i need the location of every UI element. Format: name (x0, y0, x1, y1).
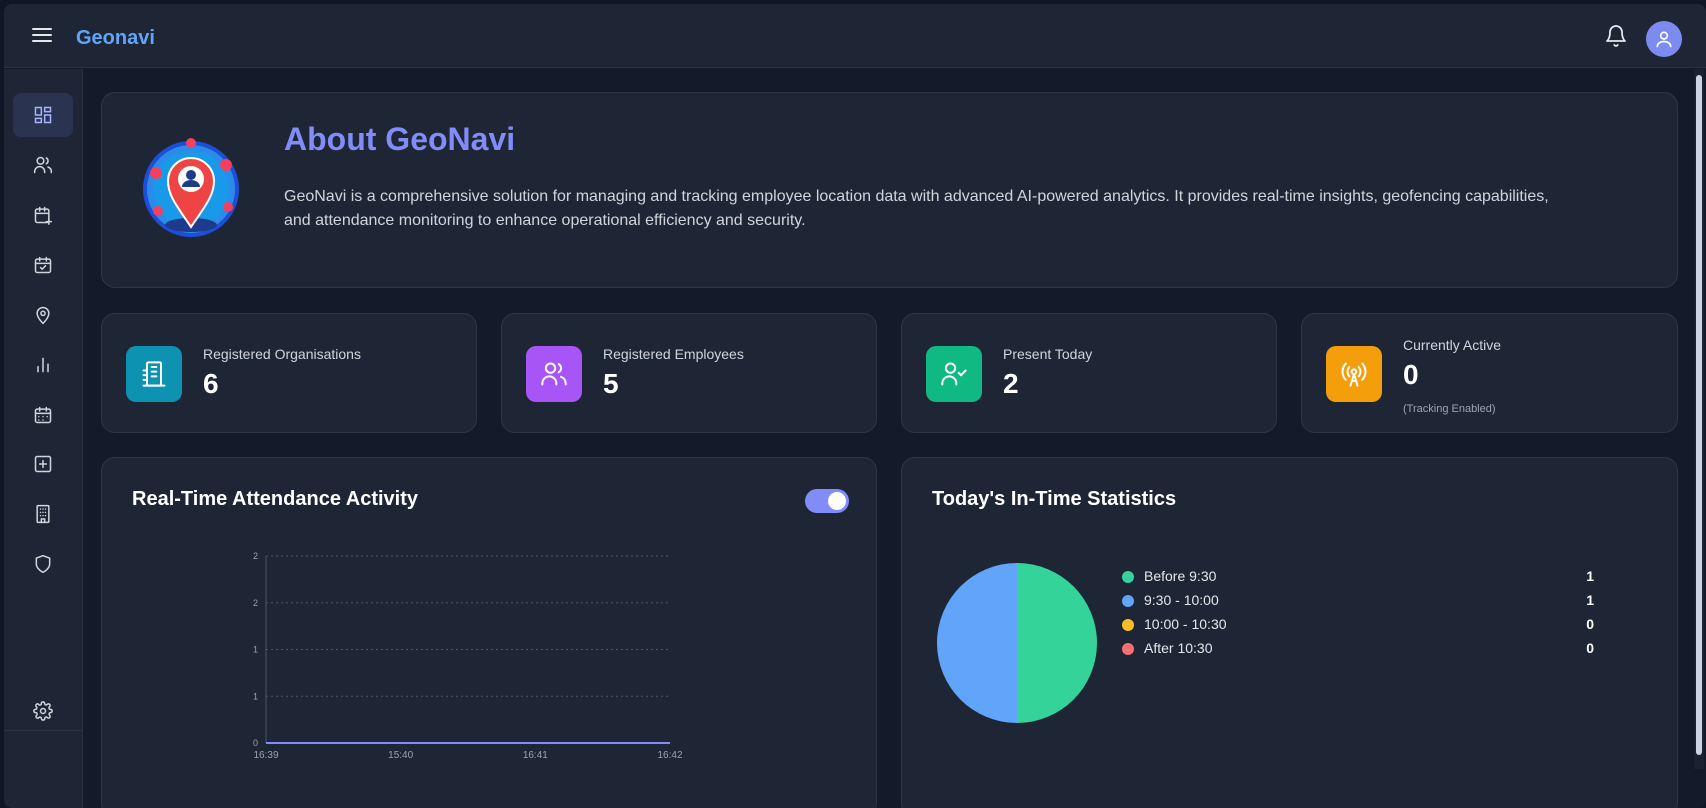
top-bar: Geonavi (4, 4, 1706, 68)
stat-label: Present Today (1003, 346, 1093, 362)
sidebar-item-calendar-check[interactable] (13, 243, 73, 287)
map-pin-icon (36, 306, 50, 325)
avatar[interactable] (1646, 21, 1682, 57)
sidebar-item-dashboard[interactable] (13, 93, 73, 137)
stat-label: Registered Employees (603, 346, 744, 362)
legend-label: 9:30 - 10:00 (1144, 592, 1219, 608)
legend-item: Before 9:30 1 (1122, 566, 1594, 590)
pie-slice (1017, 563, 1097, 723)
legend-dot (1122, 619, 1134, 631)
stat-icon-bg (126, 346, 182, 402)
calendar-icon (34, 406, 52, 424)
users-icon (33, 156, 53, 174)
building-icon (142, 361, 166, 387)
stat-card-currently-active: Currently Active 0 (Tracking Enabled) (1301, 313, 1678, 433)
stat-value: 2 (1003, 368, 1019, 399)
calendar-plus-icon (34, 206, 53, 225)
legend-label: Before 9:30 (1144, 568, 1217, 584)
stat-value: 5 (603, 368, 619, 399)
user-icon (1656, 31, 1672, 48)
x-tick-label: 16:41 (523, 750, 548, 761)
legend-dot (1122, 643, 1134, 655)
gear-icon (33, 701, 53, 721)
sidebar-item-calendar[interactable] (13, 393, 73, 437)
intime-legend: Before 9:30 1 9:30 - 10:00 1 10:00 - 10:… (1122, 566, 1594, 662)
legend-dot (1122, 595, 1134, 607)
app-window: Geonavi About GeoNavi GeoNavi is a compr… (4, 4, 1706, 808)
x-tick-label: 15:40 (388, 750, 413, 761)
y-tick-label: 0 (253, 738, 258, 748)
hamburger-menu-icon[interactable] (32, 28, 52, 44)
about-description: GeoNavi is a comprehensive solution for … (284, 188, 1549, 229)
legend-label: 10:00 - 10:30 (1144, 616, 1227, 632)
sidebar-item-analytics[interactable] (13, 343, 73, 387)
intime-pie-chart (937, 563, 1097, 723)
sidebar-item-users[interactable] (13, 143, 73, 187)
stat-label: Registered Organisations (203, 346, 361, 362)
stat-note: (Tracking Enabled) (1403, 403, 1496, 415)
pie-slice (937, 563, 1017, 723)
legend-dot (1122, 571, 1134, 583)
building-icon (36, 504, 50, 524)
sidebar-item-organisations[interactable] (13, 492, 73, 536)
plus-square-icon (34, 455, 52, 473)
y-tick-label: 1 (253, 645, 258, 655)
sidebar-item-settings[interactable] (13, 689, 73, 733)
brand-title[interactable]: Geonavi (76, 27, 155, 50)
stat-card-employees: Registered Employees 5 (501, 313, 877, 433)
users-icon (541, 362, 567, 386)
broadcast-icon (1341, 362, 1367, 387)
shield-icon (35, 554, 51, 574)
sidebar-item-calendar-plus[interactable] (13, 193, 73, 237)
stat-label: Currently Active (1403, 337, 1502, 353)
scrollbar-thumb[interactable] (1696, 75, 1702, 755)
y-tick-label: 2 (253, 551, 258, 561)
geonavi-logo (143, 138, 239, 237)
bell-icon[interactable] (1604, 24, 1628, 48)
x-tick-label: 16:39 (253, 750, 278, 761)
y-tick-label: 2 (253, 598, 258, 608)
sidebar-item-locations[interactable] (13, 293, 73, 337)
intime-title: Today's In-Time Statistics (932, 488, 1177, 510)
legend-count: 1 (1586, 592, 1594, 608)
attendance-activity-panel: Real-Time Attendance Activity 0 1 1 2 2 16:39… (101, 457, 877, 808)
dashboard-icon (34, 106, 52, 124)
sidebar-item-security[interactable] (13, 542, 73, 586)
about-card: About GeoNavi GeoNavi is a comprehensive… (101, 92, 1678, 288)
stat-card-present-today: Present Today 2 (901, 313, 1277, 433)
about-title: About GeoNavi (284, 121, 516, 157)
user-check-icon (941, 362, 967, 386)
legend-item: 10:00 - 10:30 0 (1122, 614, 1594, 638)
stat-icon-bg (526, 346, 582, 402)
legend-count: 0 (1586, 640, 1594, 656)
legend-item: 9:30 - 10:00 1 (1122, 590, 1594, 614)
bar-chart-icon (37, 357, 49, 373)
intime-statistics-panel: Today's In-Time Statistics Before 9:30 1… (901, 457, 1678, 808)
legend-label: After 10:30 (1144, 640, 1213, 656)
page-scrollbar[interactable] (1694, 69, 1704, 769)
stat-card-organisations: Registered Organisations 6 (101, 313, 477, 433)
stat-value: 6 (203, 368, 219, 399)
legend-count: 1 (1586, 568, 1594, 584)
attendance-line-chart: 0 1 1 2 2 16:39 15:40 16:41 16:42 (253, 551, 683, 761)
stat-icon-bg (1326, 346, 1382, 402)
legend-item: After 10:30 0 (1122, 638, 1594, 662)
sidebar (4, 69, 83, 808)
x-tick-label: 16:42 (657, 750, 682, 761)
calendar-check-icon (34, 256, 52, 274)
y-tick-label: 1 (253, 691, 258, 701)
legend-count: 0 (1586, 616, 1594, 632)
stat-value: 0 (1403, 359, 1419, 390)
sidebar-item-add[interactable] (13, 442, 73, 486)
stat-icon-bg (926, 346, 982, 402)
